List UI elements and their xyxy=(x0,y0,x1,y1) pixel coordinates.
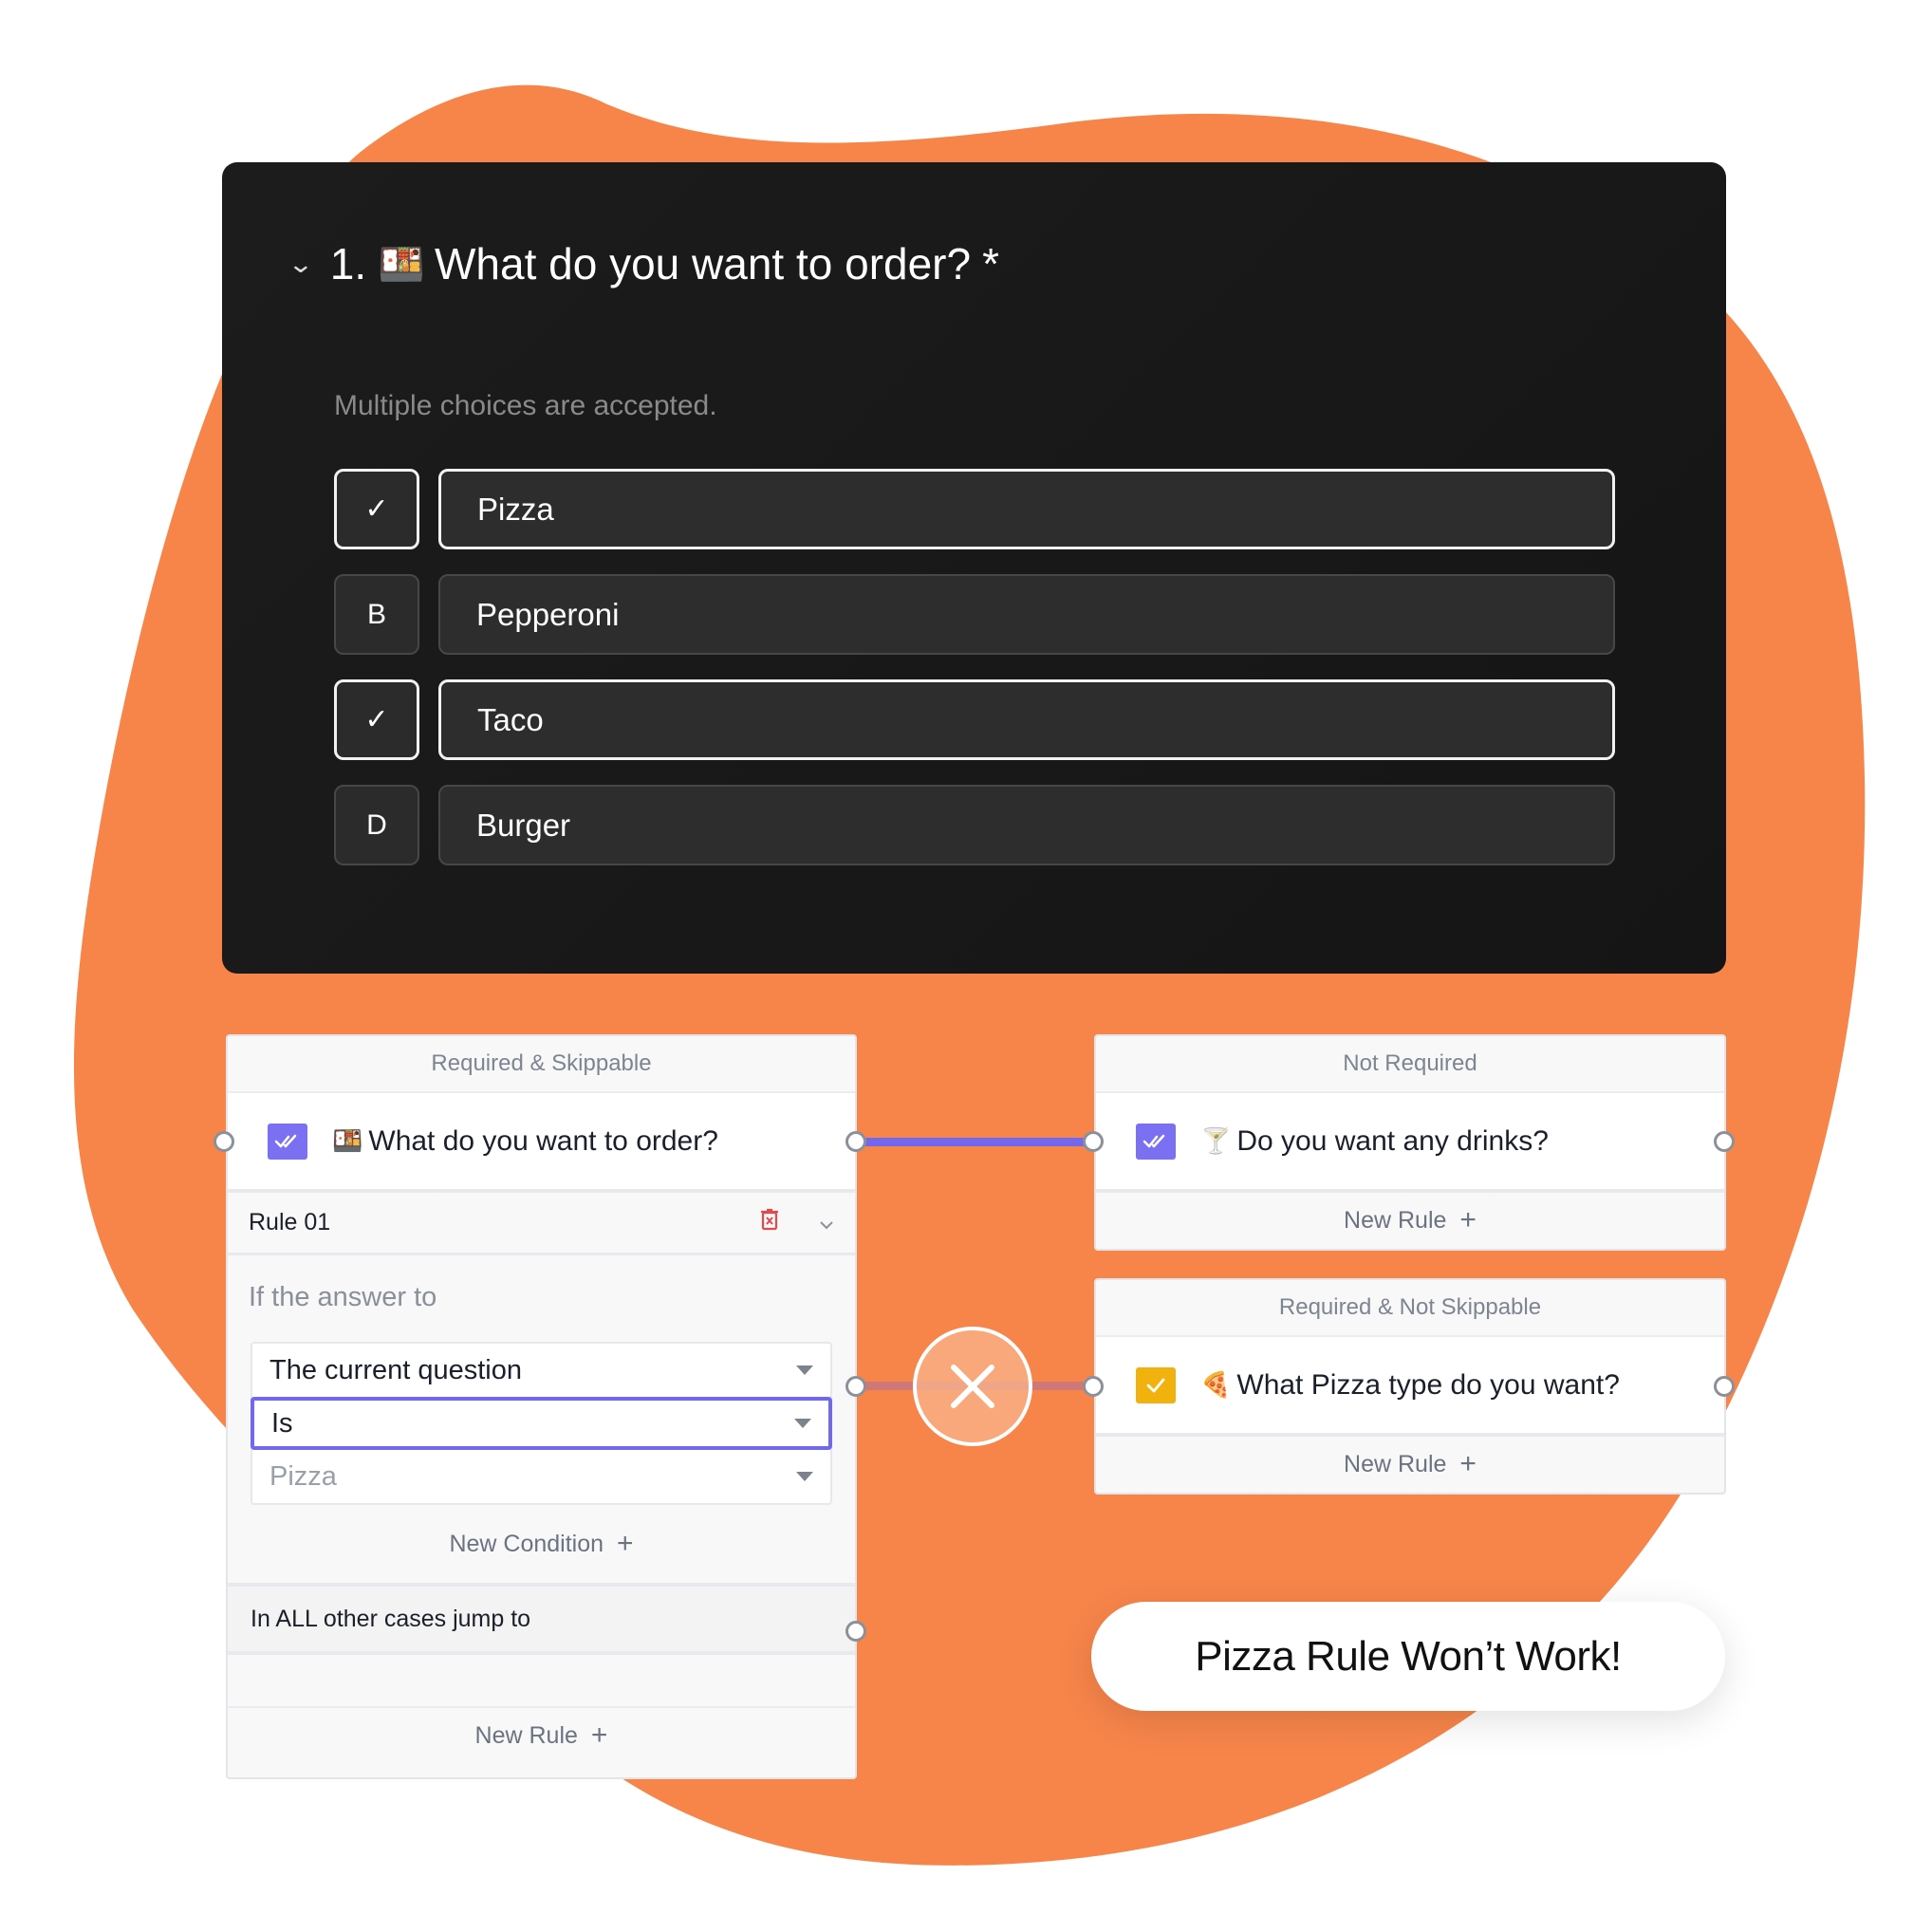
operator-select[interactable]: Is xyxy=(251,1397,832,1450)
new-rule-label: New Rule xyxy=(1344,1450,1447,1477)
check-icon[interactable]: ✓ xyxy=(334,469,419,549)
fallback-target[interactable] xyxy=(228,1655,855,1708)
question-hint: Multiple choices are accepted. xyxy=(334,390,717,421)
new-rule-button[interactable]: New Rule + xyxy=(1096,1437,1724,1492)
node-question[interactable]: 🍱 What do you want to order? xyxy=(228,1093,855,1193)
port-fallback-out[interactable] xyxy=(845,1621,866,1642)
port-rule-out[interactable] xyxy=(845,1376,866,1397)
plus-icon: + xyxy=(617,1528,634,1559)
required-marker: * xyxy=(982,239,999,288)
fallback-jump[interactable]: In ALL other cases jump to xyxy=(228,1587,855,1655)
question-title: ⌄ 1. 🍱 What do you want to order? * xyxy=(288,238,999,289)
new-rule-button[interactable]: New Rule + xyxy=(1096,1193,1724,1248)
rule-name: Rule 01 xyxy=(249,1209,331,1235)
subject-select[interactable]: The current question xyxy=(252,1344,830,1397)
warning-callout: Pizza Rule Won’t Work! xyxy=(1091,1602,1725,1711)
node-title: What Pizza type do you want? xyxy=(1236,1368,1620,1401)
trash-icon[interactable] xyxy=(760,1208,779,1237)
caret-down-icon xyxy=(796,1472,813,1481)
bento-emoji-icon: 🍱 xyxy=(378,243,425,286)
new-rule-button[interactable]: New Rule + xyxy=(228,1708,855,1763)
choice-label[interactable]: Pizza xyxy=(438,469,1615,549)
chevron-down-icon[interactable] xyxy=(819,1209,834,1236)
node-title: Do you want any drinks? xyxy=(1236,1124,1549,1157)
choice-taco[interactable]: ✓ Taco xyxy=(334,679,1615,760)
cocktail-emoji-icon: 🍸 xyxy=(1200,1126,1232,1155)
plus-icon: + xyxy=(590,1719,608,1751)
node-status: Required & Skippable xyxy=(228,1036,855,1093)
new-condition-label: New Condition xyxy=(449,1530,604,1557)
connection-line-order-to-drinks[interactable] xyxy=(856,1138,1093,1146)
value-placeholder: Pizza xyxy=(269,1460,337,1492)
operator-value: Is xyxy=(271,1407,293,1439)
port-order-out[interactable] xyxy=(845,1131,866,1152)
node-status: Required & Not Skippable xyxy=(1096,1280,1724,1337)
choice-key[interactable]: B xyxy=(334,574,419,655)
double-check-icon xyxy=(268,1123,307,1160)
rule-header[interactable]: Rule 01 xyxy=(228,1193,855,1255)
node-title: What do you want to order? xyxy=(368,1124,718,1157)
port-order-in[interactable] xyxy=(214,1131,234,1152)
rule-if-label: If the answer to xyxy=(249,1282,437,1312)
node-order[interactable]: Required & Skippable 🍱 What do you want … xyxy=(226,1034,857,1779)
question-number: 1. xyxy=(329,239,367,288)
node-question[interactable]: 🍸 Do you want any drinks? xyxy=(1096,1093,1724,1193)
new-rule-label: New Rule xyxy=(474,1721,578,1749)
choice-pizza[interactable]: ✓ Pizza xyxy=(334,469,1615,549)
choice-label[interactable]: Pepperoni xyxy=(438,574,1615,655)
choice-key[interactable]: D xyxy=(334,785,419,865)
chevron-down-icon[interactable]: ⌄ xyxy=(288,250,314,279)
close-icon[interactable] xyxy=(913,1327,1032,1446)
new-rule-label: New Rule xyxy=(1344,1206,1447,1234)
port-drinks-in[interactable] xyxy=(1083,1131,1104,1152)
node-drinks[interactable]: Not Required 🍸 Do you want any drinks? N… xyxy=(1094,1034,1726,1251)
choice-burger[interactable]: D Burger xyxy=(334,785,1615,865)
choice-label[interactable]: Taco xyxy=(438,679,1615,760)
choice-label[interactable]: Burger xyxy=(438,785,1615,865)
value-select[interactable]: Pizza xyxy=(252,1450,830,1503)
question-card: ⌄ 1. 🍱 What do you want to order? * Mult… xyxy=(222,162,1726,974)
pizza-emoji-icon: 🍕 xyxy=(1200,1370,1232,1399)
port-pizza-in[interactable] xyxy=(1083,1376,1104,1397)
check-icon xyxy=(1136,1366,1176,1403)
question-text: What do you want to order? xyxy=(434,239,972,288)
plus-icon: + xyxy=(1459,1448,1477,1479)
check-icon[interactable]: ✓ xyxy=(334,679,419,760)
choice-list: ✓ Pizza B Pepperoni ✓ Taco D Burger xyxy=(334,469,1615,890)
port-pizza-out[interactable] xyxy=(1714,1376,1735,1397)
node-pizza-type[interactable]: Required & Not Skippable 🍕 What Pizza ty… xyxy=(1094,1278,1726,1495)
port-drinks-out[interactable] xyxy=(1714,1131,1735,1152)
bento-emoji-icon: 🍱 xyxy=(332,1126,363,1155)
node-status: Not Required xyxy=(1096,1036,1724,1093)
plus-icon: + xyxy=(1459,1204,1477,1235)
caret-down-icon xyxy=(796,1365,813,1375)
choice-pepperoni[interactable]: B Pepperoni xyxy=(334,574,1615,655)
condition-selects: The current question Is Pizza xyxy=(251,1342,832,1505)
subject-value: The current question xyxy=(269,1354,522,1385)
double-check-icon xyxy=(1136,1123,1176,1160)
node-question[interactable]: 🍕 What Pizza type do you want? xyxy=(1096,1337,1724,1437)
caret-down-icon xyxy=(794,1419,811,1428)
new-condition-button[interactable]: New Condition + xyxy=(228,1505,855,1587)
